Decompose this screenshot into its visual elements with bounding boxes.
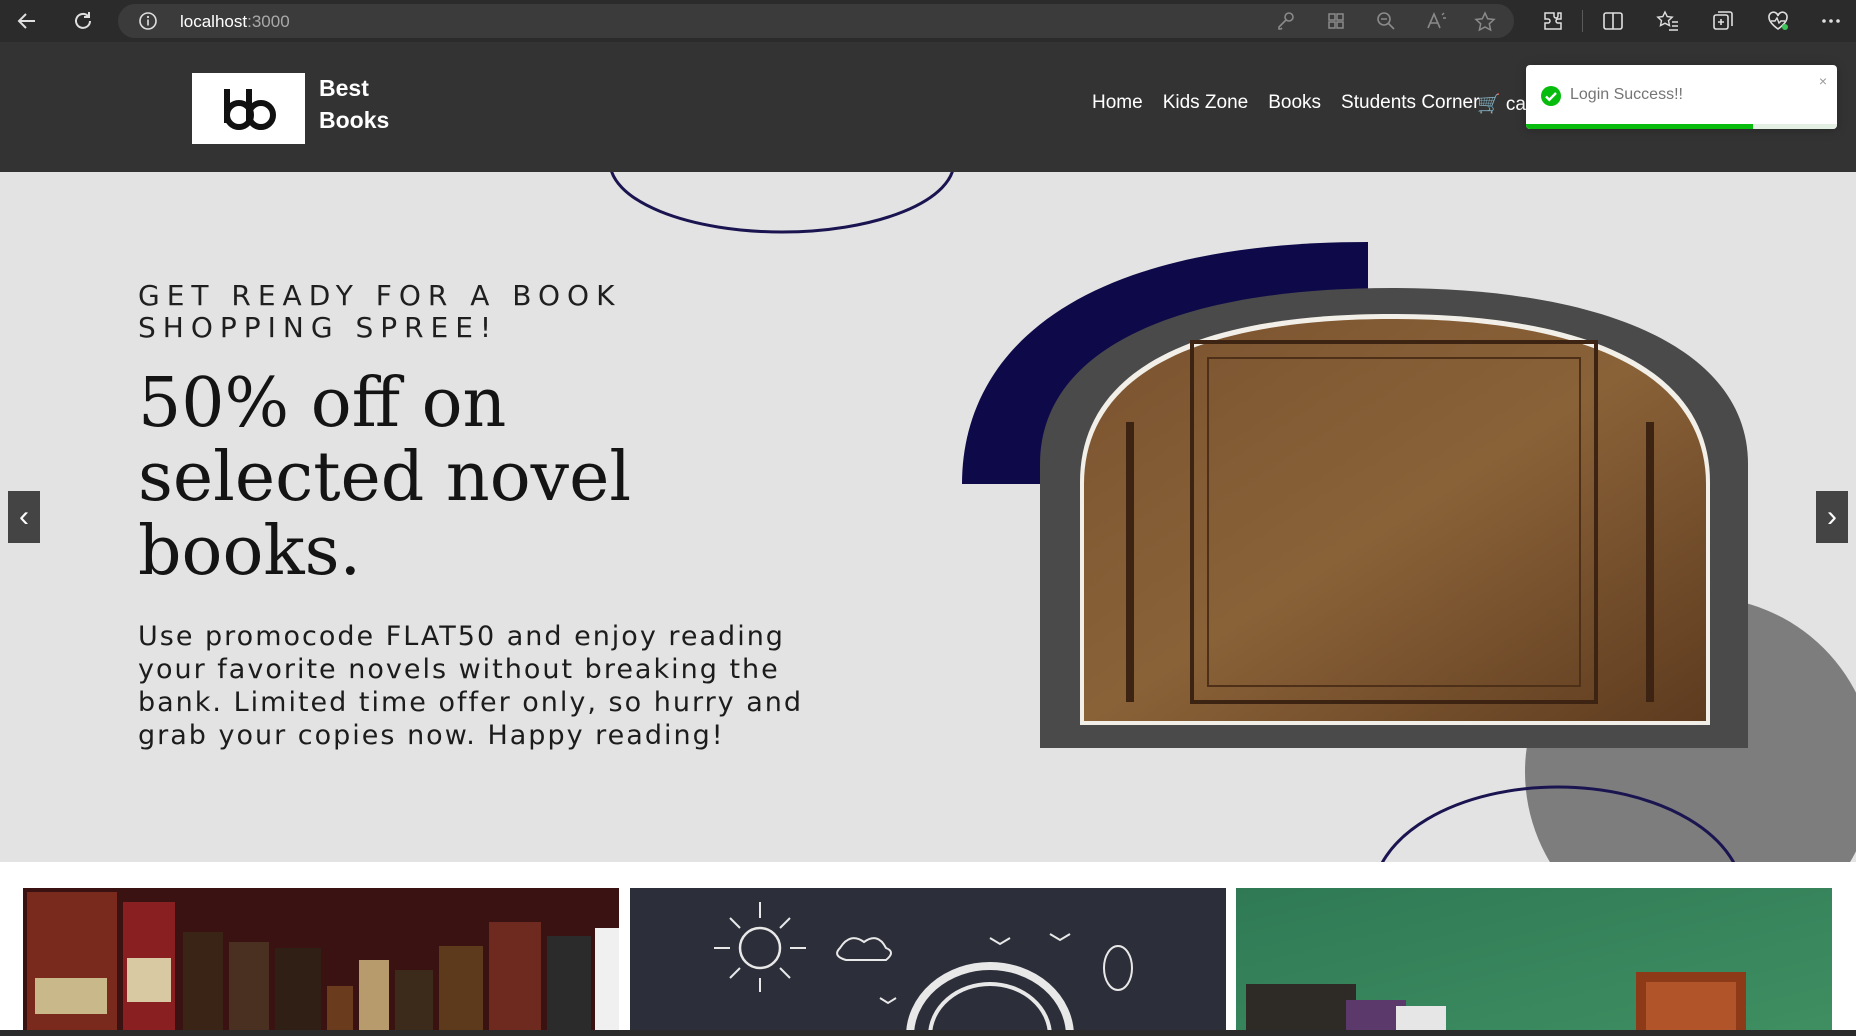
carousel-prev-button[interactable]: ‹ [8,491,40,543]
card-books-green-board[interactable] [1236,888,1832,1036]
chalk-doodles-image [630,888,1226,1036]
hero-outline-circle-top [610,172,954,234]
nav-books[interactable]: Books [1268,92,1321,114]
hero-eyebrow: GET READY FOR A BOOK SHOPPING SPREE! [138,279,622,344]
nav-home[interactable]: Home [1092,92,1143,114]
bb-logo-icon [223,88,276,130]
hero-book-cover [1084,319,1706,721]
card-chalk-doodles[interactable] [630,888,1226,1036]
brand-line-1: Best [319,75,369,101]
nav-students-corner[interactable]: Students Corner [1341,92,1479,114]
browser-essentials-icon[interactable] [1766,10,1790,32]
key-icon[interactable] [1276,11,1296,31]
antique-books-image [23,888,619,1036]
nav-kids-zone[interactable]: Kids Zone [1163,92,1249,114]
favorite-star-icon[interactable] [1474,11,1496,33]
toast-progress-track [1526,124,1837,129]
hero-carousel: GET READY FOR A BOOK SHOPPING SPREE! 50%… [0,172,1856,862]
hero-body: Use promocode FLAT50 and enjoy reading y… [138,621,804,751]
favorites-icon[interactable] [1656,10,1680,32]
toast-close-icon[interactable]: × [1819,73,1827,89]
extensions-icon[interactable] [1542,10,1564,32]
back-arrow-icon[interactable] [16,10,38,32]
carousel-next-button[interactable]: › [1816,491,1848,543]
toolbar-divider [1582,10,1583,32]
brand-name[interactable]: Best Books [319,72,389,136]
brand-logo[interactable] [192,73,305,144]
read-aloud-icon[interactable] [1426,11,1448,31]
browser-toolbar: localhost:3000 [0,0,1856,42]
books-green-board-image [1236,888,1832,1036]
main-nav: Home Kids Zone Books Students Corner [1092,92,1479,114]
category-cards [0,862,1856,1036]
success-check-icon [1540,85,1562,112]
address-bar[interactable]: localhost:3000 [118,4,1514,38]
refresh-icon[interactable] [72,10,94,32]
collections-icon[interactable] [1712,10,1734,32]
url-text[interactable]: localhost:3000 [180,12,290,32]
site-info-icon[interactable] [138,11,158,31]
split-screen-icon[interactable] [1602,10,1624,32]
nav-cart[interactable]: 🛒 car [1477,92,1532,116]
zoom-out-icon[interactable] [1376,11,1396,31]
apps-icon[interactable] [1326,11,1346,31]
toast-progress-bar [1526,124,1754,129]
taskbar-edge [0,1030,1856,1036]
hero-title: 50% off on selected novel books. [138,364,632,591]
more-menu-icon[interactable] [1820,10,1842,32]
card-antique-books[interactable] [23,888,619,1036]
brand-line-2: Books [319,107,390,133]
toast-message: Login Success!! [1570,86,1683,103]
login-toast: Login Success!! × [1526,65,1837,129]
